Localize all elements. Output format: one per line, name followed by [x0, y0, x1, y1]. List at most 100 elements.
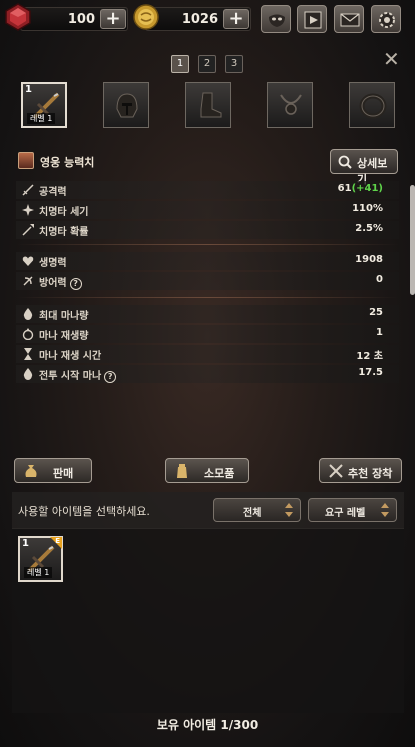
page-tab-1[interactable]: 1 [171, 55, 189, 73]
stat-label: 방어력? [39, 274, 82, 290]
sort-dropdown[interactable]: 요구 레벨 [308, 498, 397, 522]
settings-icon [379, 12, 395, 28]
start-mana-label: 전투 시작 마나 [39, 371, 102, 382]
stat-value: 1908 [355, 254, 383, 265]
stat-label: 최대 마나량 [39, 311, 89, 322]
stat-value: 25 [369, 307, 383, 318]
equip-slot-boots[interactable] [185, 82, 231, 128]
owned-count: 1/300 [220, 718, 259, 732]
recommend-equip-label: 추천 장착 [348, 467, 393, 480]
stat-label: 치명타 세기 [39, 207, 89, 218]
stat-label: 마나 재생량 [39, 331, 89, 342]
equip-slot-ring[interactable] [349, 82, 395, 128]
page-tab-3[interactable]: 3 [225, 55, 243, 73]
buy-gold-button[interactable]: + [223, 9, 249, 29]
sort-arrows-icon [381, 503, 389, 517]
recommend-equip-button[interactable]: 추천 장착 [319, 458, 402, 483]
scrollbar[interactable] [410, 185, 415, 295]
sell-label: 판매 [53, 467, 74, 480]
heart-icon [22, 256, 34, 266]
item-level-label: 레벨 1 [24, 567, 53, 578]
mail-menu-button[interactable] [334, 5, 364, 33]
mask-icon [269, 14, 285, 27]
stat-label: 치명타 확률 [39, 227, 89, 238]
attack-bonus: (+41) [351, 183, 383, 194]
help-icon[interactable]: ? [104, 371, 117, 383]
owned-items-counter: 보유 아이템 1/300 [0, 716, 415, 733]
stat-row-start-mana: 전투 시작 마나? 17.5 [16, 365, 399, 383]
stat-label: 전투 시작 마나? [39, 367, 117, 383]
gold-amount: 1026 [181, 12, 218, 27]
stat-row-max-mana: 최대 마나량 25 [16, 305, 399, 323]
item-corner-badge: E [55, 537, 60, 545]
hourglass-icon [24, 348, 32, 360]
equip-slot-necklace[interactable] [267, 82, 313, 128]
consumables-label: 소모품 [204, 467, 235, 480]
crit-power-icon [22, 204, 34, 216]
settings-menu-button[interactable] [371, 5, 401, 33]
defense-icon [23, 276, 33, 286]
stat-row-crit-power: 치명타 세기 110% [16, 201, 399, 219]
hero-portrait-icon [18, 152, 34, 169]
sort-arrows-icon [285, 503, 293, 517]
mana-drop-icon [23, 308, 33, 320]
currency-bar: 100 + 1026 + [0, 0, 415, 38]
stat-row-attack: 공격력 61(+41) [16, 181, 399, 199]
equip-slot-weapon[interactable]: 1 레벨 1 [21, 82, 67, 128]
detail-view-button[interactable]: 상세보기 [330, 149, 398, 186]
sword-icon [22, 184, 34, 196]
money-bag-icon [25, 465, 37, 477]
search-icon [338, 155, 352, 169]
equip-slot-helmet[interactable] [103, 82, 149, 128]
consumables-button[interactable]: 소모품 [165, 458, 249, 483]
hero-stats-title: 영웅 능력치 [40, 156, 95, 169]
crossed-swords-icon [329, 464, 343, 478]
gold-coin-icon [133, 4, 159, 30]
defense-label: 방어력 [39, 278, 67, 289]
video-menu-button[interactable] [297, 5, 327, 33]
stat-row-crit-chance: 치명타 확률 2.5% [16, 221, 399, 239]
stat-label: 공격력 [39, 187, 67, 198]
item-level-label: 레벨 1 [27, 113, 56, 124]
crit-chance-icon [22, 224, 34, 236]
stat-value: 17.5 [358, 367, 383, 378]
stat-row-mana-regen-time: 마나 재생 시간 12 초 [16, 345, 399, 363]
helmet-icon [116, 93, 138, 118]
close-icon[interactable]: ✕ [383, 49, 401, 69]
inventory-item[interactable]: E 1 레벨 1 [18, 536, 63, 582]
mail-icon [340, 13, 360, 27]
character-menu-button[interactable] [261, 5, 291, 33]
owned-label: 보유 아이템 [156, 718, 217, 732]
ring-icon [359, 93, 387, 119]
mana-regen-icon [22, 328, 34, 340]
gem-icon [5, 3, 31, 31]
inventory-grid [12, 528, 404, 713]
filter-label: 전체 [243, 508, 262, 519]
stat-value: 0 [376, 274, 383, 285]
video-icon [304, 11, 322, 29]
filter-dropdown[interactable]: 전체 [213, 498, 301, 522]
buy-gems-button[interactable]: + [100, 9, 126, 29]
sell-button[interactable]: 판매 [14, 458, 92, 483]
stat-value: 12 초 [356, 351, 383, 362]
stat-value: 1 [376, 327, 383, 338]
inventory-hint: 사용할 아이템을 선택하세요. [18, 505, 150, 518]
stat-value: 61(+41) [338, 183, 383, 194]
stat-row-mana-regen: 마나 재생량 1 [16, 325, 399, 343]
divider [16, 244, 399, 245]
boots-icon [200, 92, 222, 118]
stat-value: 110% [352, 203, 383, 214]
stat-label: 마나 재생 시간 [39, 351, 102, 362]
attack-value: 61 [337, 183, 352, 194]
stat-row-defense: 방어력? 0 [16, 272, 399, 290]
page-tab-2[interactable]: 2 [198, 55, 216, 73]
help-icon[interactable]: ? [69, 278, 82, 290]
necklace-icon [280, 94, 302, 115]
stat-value: 2.5% [355, 223, 383, 234]
mana-drop-icon [23, 368, 33, 380]
potion-jar-icon [177, 464, 187, 478]
item-count: 1 [22, 538, 29, 549]
stat-row-hp: 생명력 1908 [16, 252, 399, 270]
gem-counter: 100 + [20, 7, 128, 31]
gem-amount: 100 [67, 12, 95, 27]
